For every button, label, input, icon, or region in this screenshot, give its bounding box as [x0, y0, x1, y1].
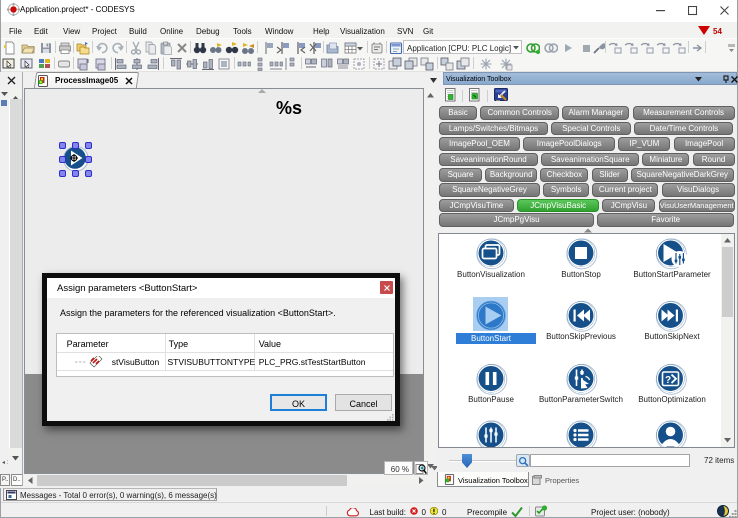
svg-text:?: ?: [665, 375, 671, 386]
